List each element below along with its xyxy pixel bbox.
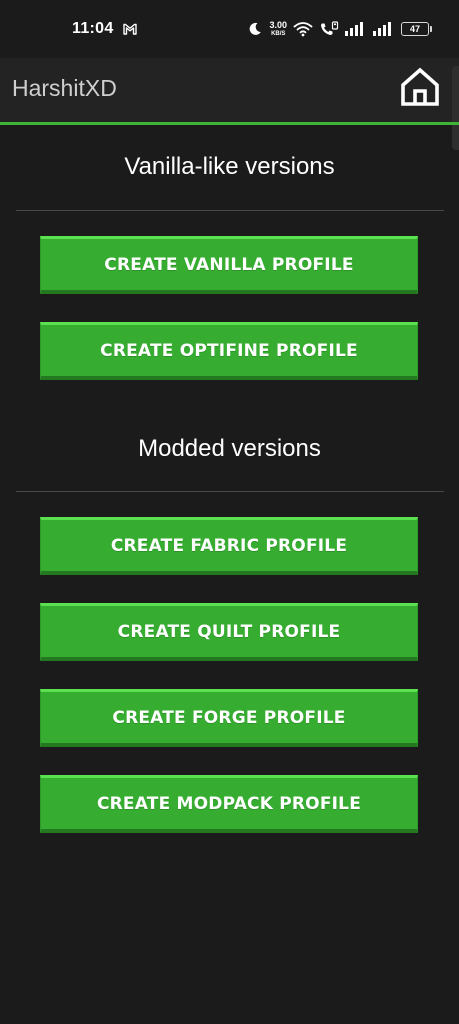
modded-section-title: Modded versions <box>138 435 321 462</box>
app-bar-accent-line <box>0 122 459 125</box>
vanilla-section-title: Vanilla-like versions <box>124 153 335 180</box>
home-icon <box>401 67 439 106</box>
edge-panel-handle[interactable] <box>452 66 459 150</box>
home-button[interactable] <box>398 65 442 109</box>
signal-sim2-icon <box>373 22 391 36</box>
moon-icon <box>250 22 262 35</box>
signal-sim1-icon <box>345 22 363 36</box>
status-indicators: 3.00 KB/S 47 <box>247 18 432 40</box>
network-speed-unit: KB/S <box>271 31 286 37</box>
network-speed: 3.00 KB/S <box>269 20 287 38</box>
battery-indicator: 47 <box>401 22 432 36</box>
create-quilt-profile-button[interactable]: CREATE QUILT PROFILE <box>40 603 418 661</box>
create-optifine-profile-button[interactable]: CREATE OPTIFINE PROFILE <box>40 322 418 380</box>
app-title: HarshitXD <box>12 75 117 101</box>
volte-call-icon <box>321 21 339 35</box>
modded-section-divider <box>16 491 444 492</box>
vanilla-section-divider <box>16 210 444 211</box>
network-speed-value: 3.00 <box>269 20 287 30</box>
create-fabric-profile-button[interactable]: CREATE FABRIC PROFILE <box>40 517 418 575</box>
battery-level: 47 <box>409 24 420 34</box>
gmail-icon <box>123 23 137 35</box>
create-vanilla-profile-button[interactable]: CREATE VANILLA PROFILE <box>40 236 418 294</box>
app-bar: HarshitXD <box>0 58 459 150</box>
create-modpack-profile-button[interactable]: CREATE MODPACK PROFILE <box>40 775 418 833</box>
wifi-icon <box>293 22 313 37</box>
status-time: 11:04 <box>72 20 114 37</box>
status-bar: 11:04 3.00 KB/S 47 <box>0 0 459 58</box>
create-forge-profile-button[interactable]: CREATE FORGE PROFILE <box>40 689 418 747</box>
